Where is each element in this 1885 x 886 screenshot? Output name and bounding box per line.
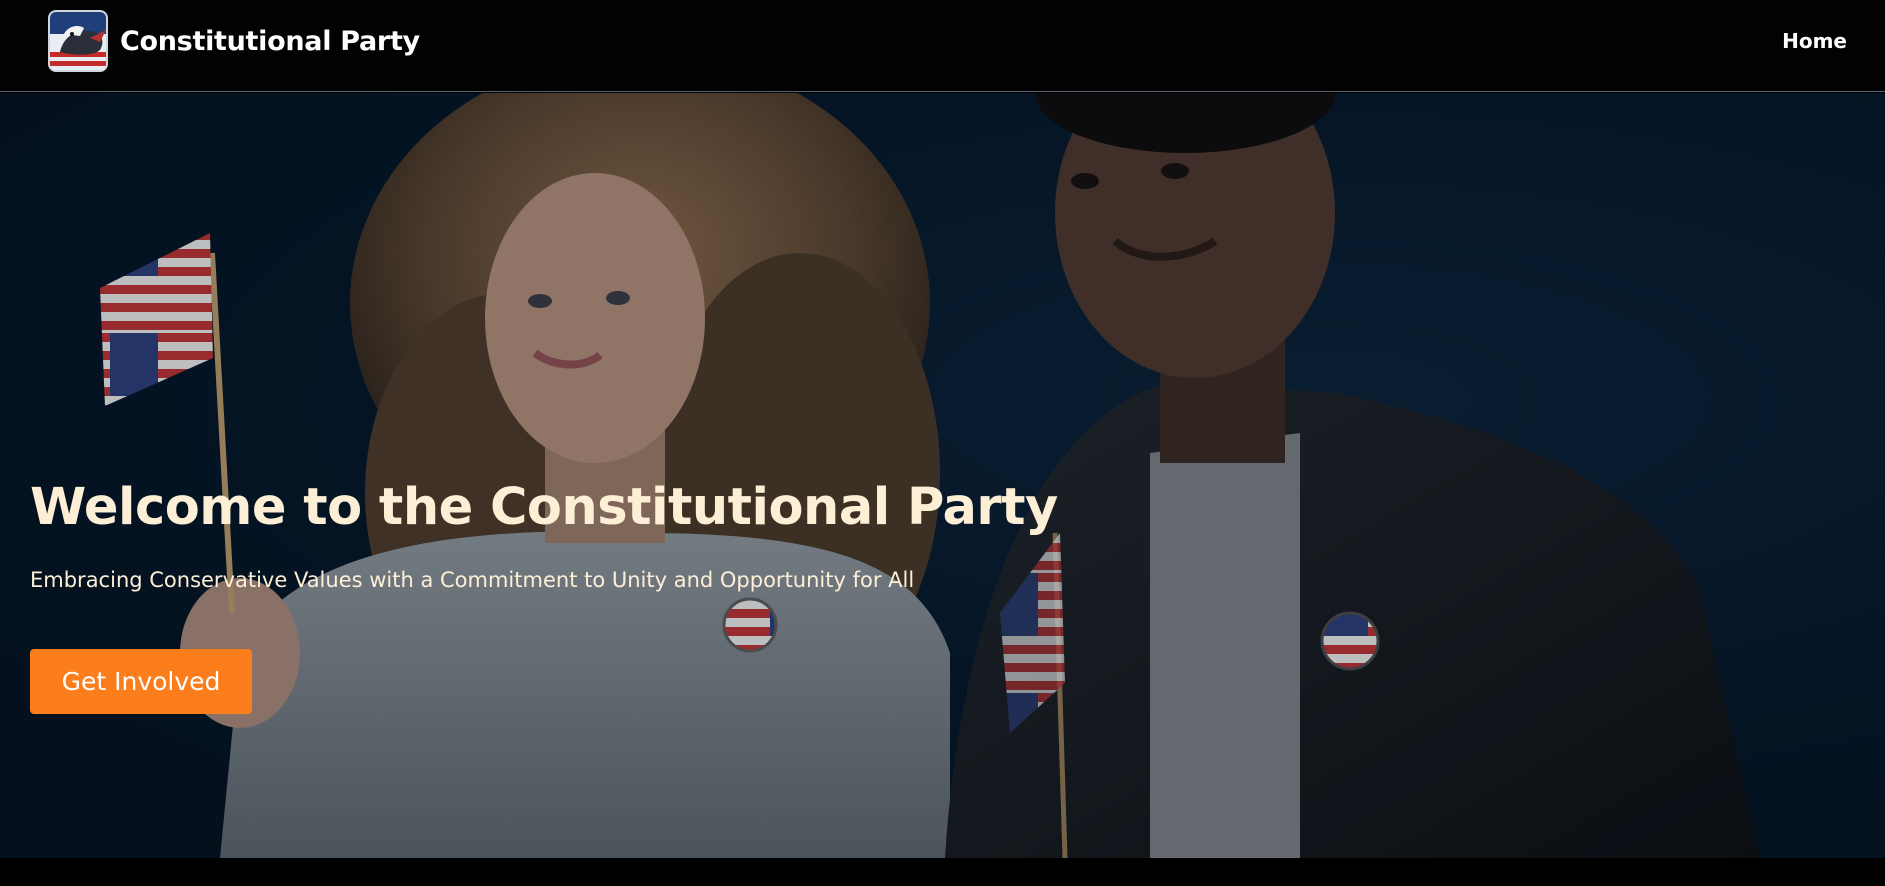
page-bottom-strip [0,858,1885,886]
brand-name: Constitutional Party [120,25,420,57]
top-navbar: Constitutional Party Home [0,0,1885,92]
hero-title: Welcome to the Constitutional Party [30,478,1058,537]
nav-home-link[interactable]: Home [1782,29,1847,53]
hero-section: Welcome to the Constitutional Party Embr… [0,93,1885,858]
eagle-flag-logo-icon [48,10,108,72]
hero-dark-overlay [0,93,1885,858]
brand-link[interactable]: Constitutional Party [48,10,420,72]
get-involved-button[interactable]: Get Involved [30,649,252,714]
hero-subtitle: Embracing Conservative Values with a Com… [30,568,915,592]
